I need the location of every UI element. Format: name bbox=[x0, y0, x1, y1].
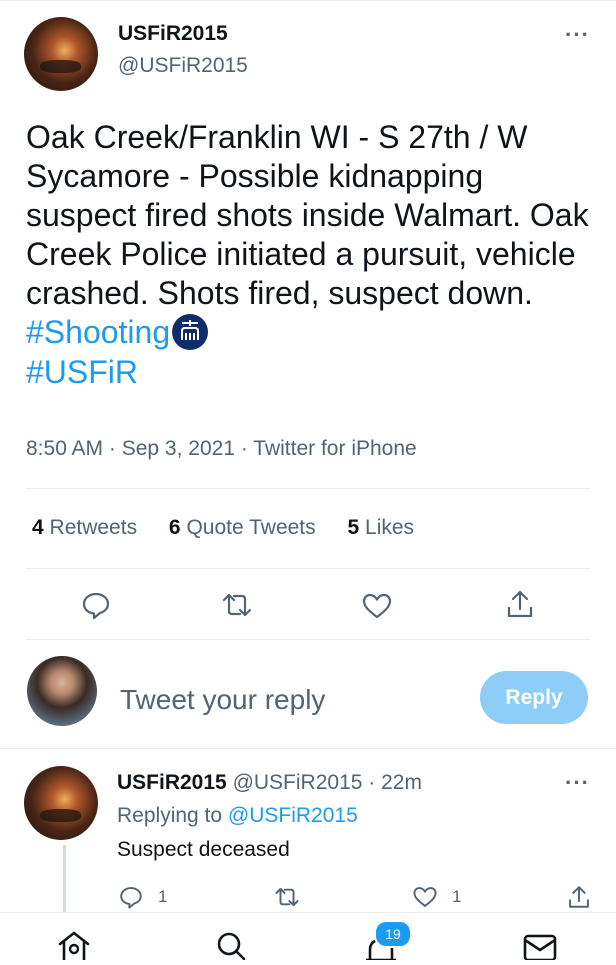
messages-icon[interactable] bbox=[522, 932, 558, 965]
tweet-meta: 8:50 AM · Sep 3, 2021 · Twitter for iPho… bbox=[26, 437, 417, 461]
share-icon bbox=[569, 886, 589, 908]
reply-time[interactable]: 22m bbox=[381, 771, 422, 794]
share-icon[interactable] bbox=[504, 588, 536, 620]
replying-prefix: Replying to bbox=[117, 804, 228, 827]
replying-handle[interactable]: @USFiR2015 bbox=[228, 804, 358, 827]
more-options-icon[interactable]: ··· bbox=[565, 22, 590, 48]
meta-separator: · bbox=[235, 437, 254, 460]
emoji-icon bbox=[172, 313, 209, 350]
user-avatar[interactable] bbox=[27, 656, 97, 726]
reply-author-avatar[interactable] bbox=[24, 766, 98, 840]
retweets-stat[interactable]: 4 Retweets bbox=[32, 516, 137, 540]
replying-to: Replying to @USFiR2015 bbox=[117, 804, 358, 828]
notification-badge: 19 bbox=[374, 920, 412, 948]
tweet-body: Oak Creek/Franklin WI - S 27th / W Sycam… bbox=[26, 119, 589, 311]
retweet-icon bbox=[275, 887, 299, 907]
like-icon bbox=[413, 887, 437, 907]
meta-separator: · bbox=[103, 437, 122, 460]
tweet-stats: 4 Retweets 6 Quote Tweets 5 Likes bbox=[32, 516, 440, 540]
thread-line bbox=[63, 845, 66, 915]
retweet-icon[interactable] bbox=[220, 589, 252, 621]
author-handle[interactable]: @USFiR2015 bbox=[118, 54, 248, 78]
retweets-label: Retweets bbox=[49, 516, 138, 539]
tweet-date[interactable]: Sep 3, 2021 bbox=[122, 437, 235, 460]
reply-button[interactable]: Reply bbox=[480, 671, 588, 724]
reply-like-count: 1 bbox=[452, 887, 462, 906]
reply-text: Suspect deceased bbox=[117, 838, 290, 861]
divider bbox=[26, 568, 590, 569]
quotes-label: Quote Tweets bbox=[186, 516, 316, 539]
reply-header: USFiR2015 @USFiR2015 · 22m bbox=[117, 771, 422, 795]
reply-retweet-action[interactable] bbox=[273, 884, 301, 910]
like-icon[interactable] bbox=[361, 590, 393, 622]
tweet-time[interactable]: 8:50 AM bbox=[26, 437, 103, 460]
author-avatar[interactable] bbox=[24, 17, 98, 91]
tweet-source: Twitter for iPhone bbox=[253, 437, 417, 460]
reply-author-handle[interactable]: @USFiR2015 bbox=[233, 771, 363, 794]
reply-reply-count: 1 bbox=[158, 887, 168, 906]
hashtag-usfir[interactable]: #USFiR bbox=[26, 354, 138, 390]
author-name[interactable]: USFiR2015 bbox=[118, 22, 228, 46]
quote-tweets-stat[interactable]: 6 Quote Tweets bbox=[169, 516, 316, 540]
reply-like-action[interactable]: 1 bbox=[412, 884, 461, 910]
quotes-count: 6 bbox=[168, 516, 181, 539]
divider bbox=[26, 639, 590, 640]
reply-more-options-icon[interactable]: ··· bbox=[565, 770, 590, 796]
reply-share-action[interactable] bbox=[566, 884, 592, 910]
reply-icon[interactable] bbox=[80, 589, 112, 621]
retweets-count: 4 bbox=[32, 516, 44, 539]
top-divider bbox=[0, 0, 616, 1]
reply-icon bbox=[120, 887, 142, 909]
divider bbox=[26, 488, 590, 489]
meta-separator: · bbox=[362, 771, 382, 794]
reply-reply-action[interactable]: 1 bbox=[118, 884, 167, 910]
reply-author-name[interactable]: USFiR2015 bbox=[117, 771, 227, 794]
tweet-text: Oak Creek/Franklin WI - S 27th / W Sycam… bbox=[26, 118, 596, 392]
reply-input[interactable]: Tweet your reply bbox=[120, 684, 325, 716]
likes-count: 5 bbox=[347, 516, 360, 539]
likes-label: Likes bbox=[365, 516, 415, 539]
hashtag-shooting[interactable]: #Shooting bbox=[26, 314, 170, 350]
divider bbox=[0, 748, 616, 749]
likes-stat[interactable]: 5 Likes bbox=[348, 516, 415, 540]
